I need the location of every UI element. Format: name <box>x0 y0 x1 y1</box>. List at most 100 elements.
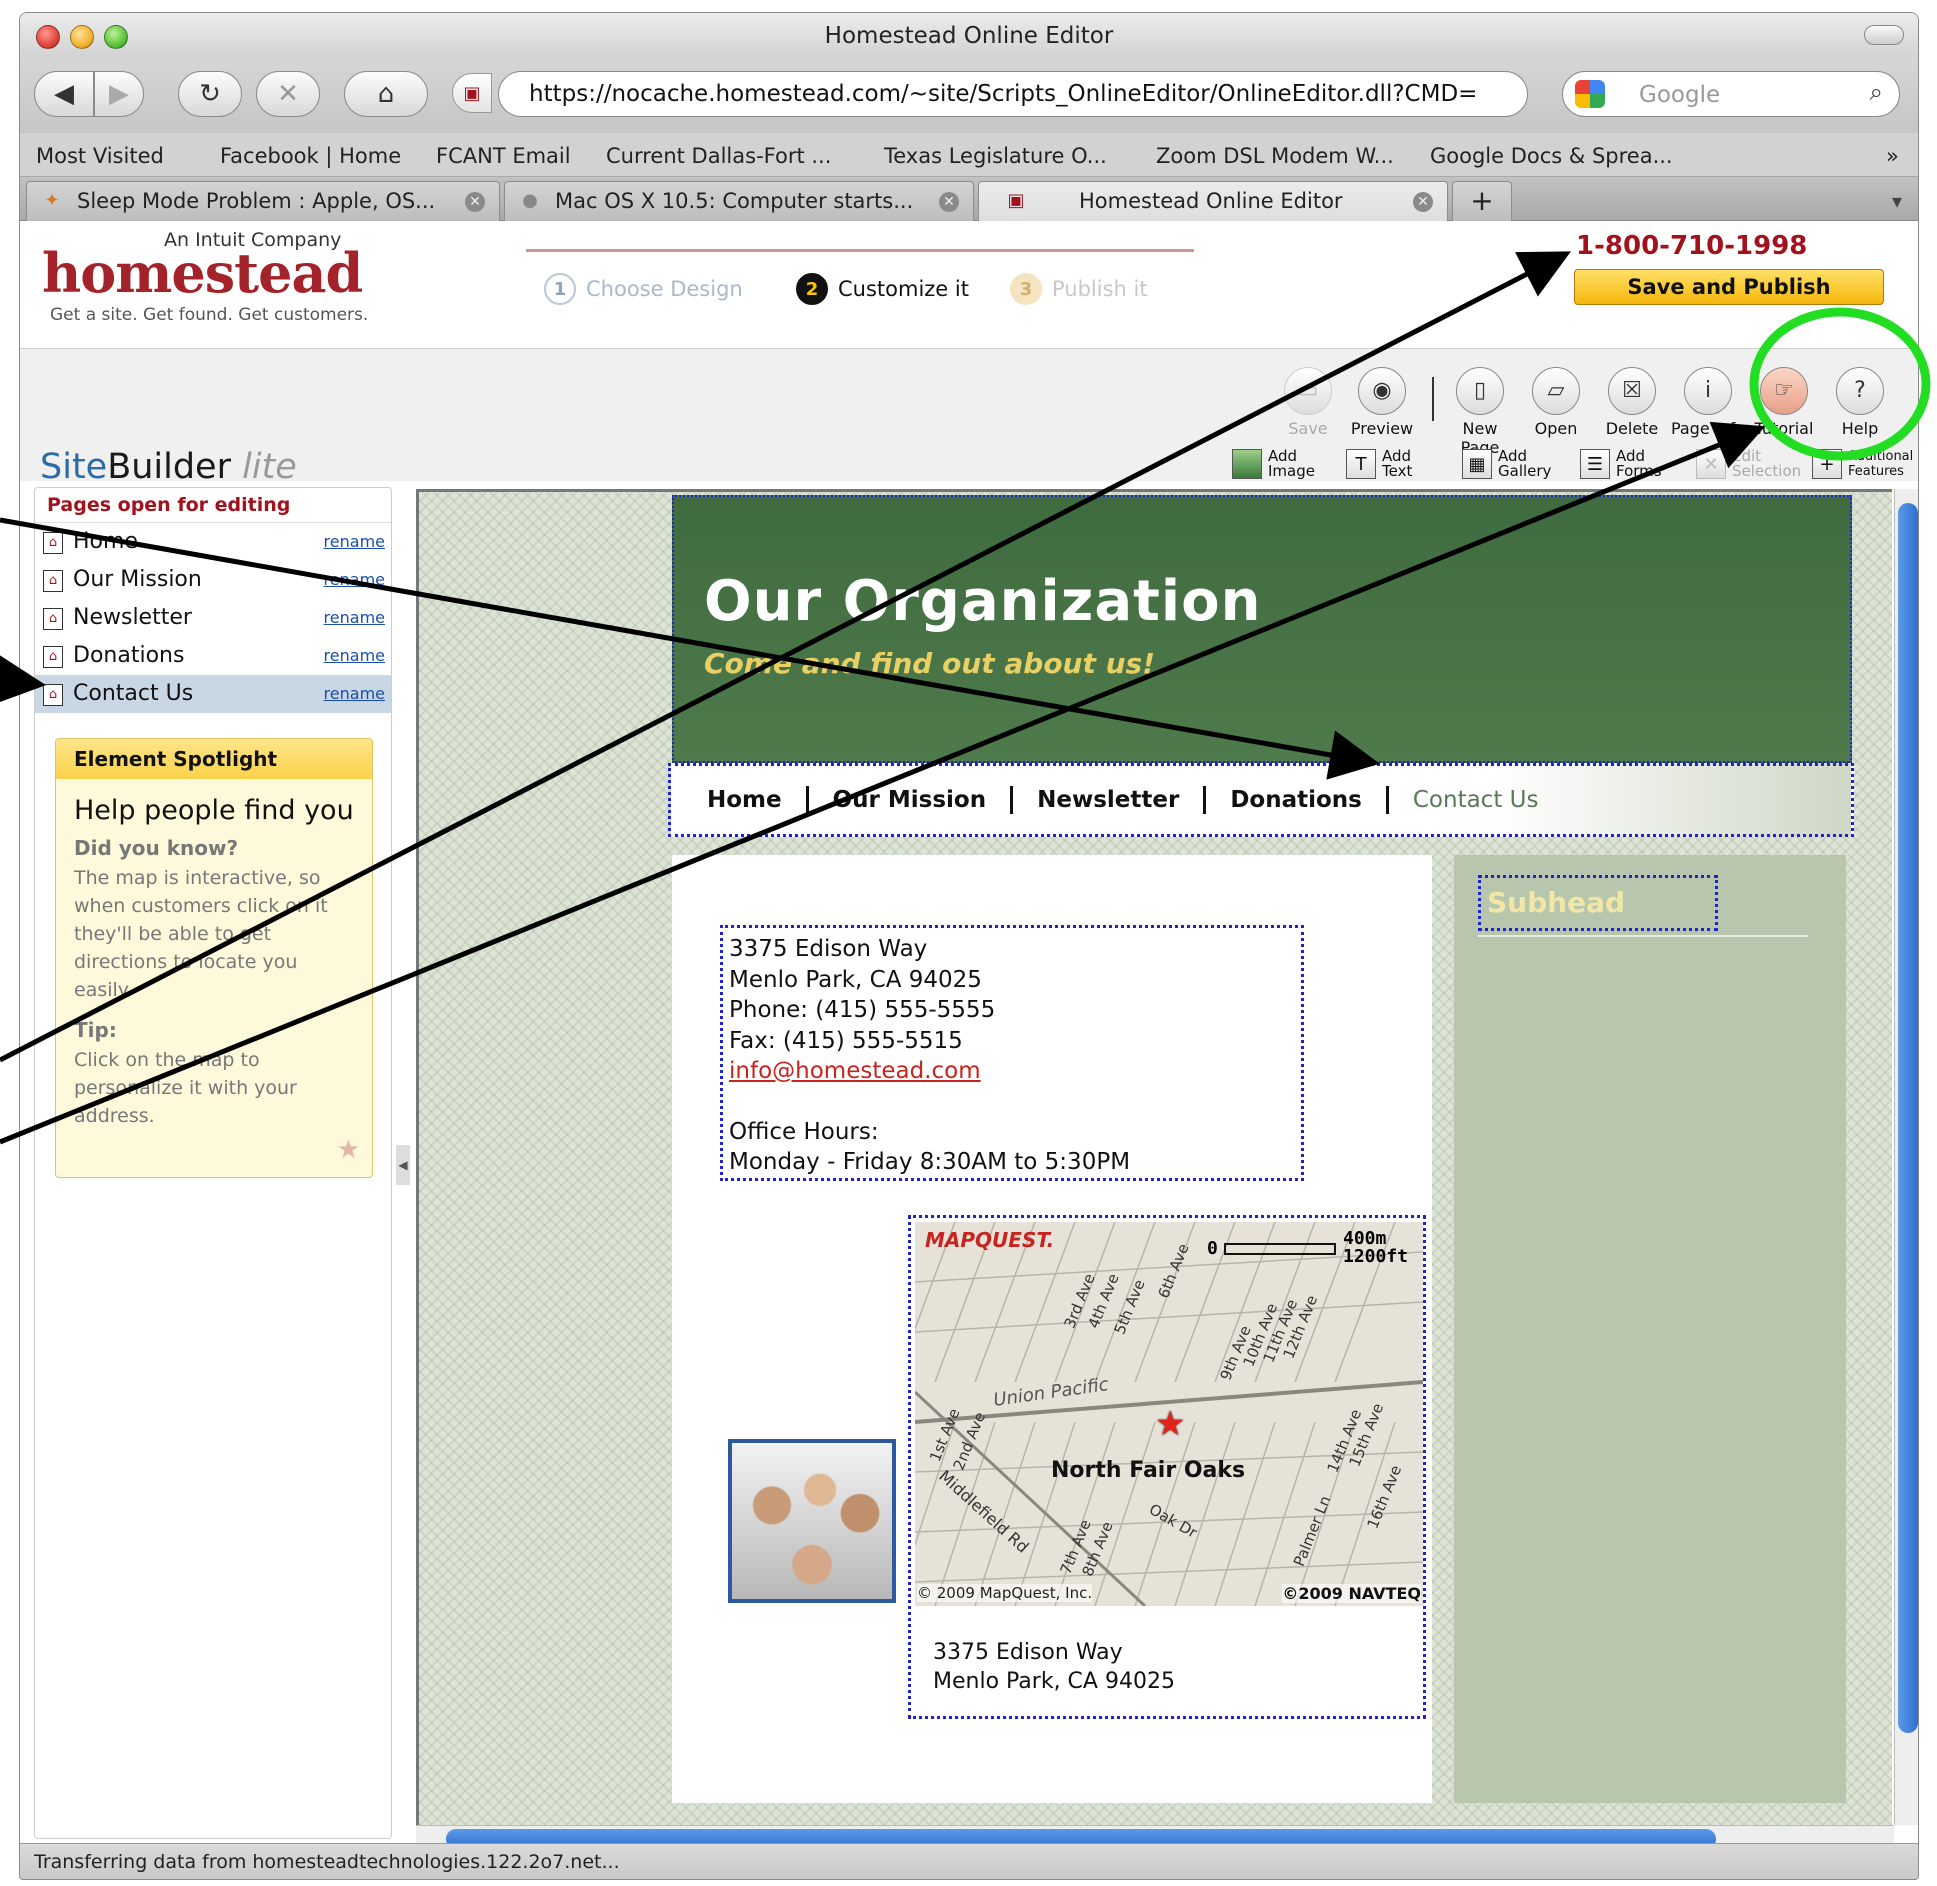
home-button[interactable]: ⌂ <box>344 71 428 117</box>
address-phone: Phone: (415) 555-5555 <box>729 997 996 1023</box>
toolbar-toggle-button[interactable] <box>1864 25 1904 45</box>
preview-label: Preview <box>1350 419 1414 438</box>
page-info-button[interactable]: i Page Info <box>1670 367 1746 438</box>
edit-selection-button[interactable]: ✕ Edit Selection <box>1696 447 1802 481</box>
tab-sleep-mode[interactable]: ✦ Sleep Mode Problem : Apple, OS... ✕ <box>26 181 500 221</box>
vertical-scroll-thumb[interactable] <box>1898 503 1918 1733</box>
new-tab-button[interactable]: + <box>1452 181 1512 221</box>
step-customize[interactable]: 2 Customize it <box>796 273 969 305</box>
map-element[interactable]: MAPQUEST. 0 400m 1200ft Union Pacific Nor… <box>908 1215 1426 1719</box>
site-nav-donations[interactable]: Donations <box>1206 786 1389 814</box>
spotlight-header: Element Spotlight <box>56 739 372 779</box>
close-tab-icon[interactable]: ✕ <box>939 192 959 212</box>
office-hours: Monday - Friday 8:30AM to 5:30PM <box>729 1149 1131 1175</box>
bookmark-item[interactable]: FCANT Email <box>436 144 571 168</box>
back-button[interactable]: ◀ <box>34 71 94 117</box>
close-tab-icon[interactable]: ✕ <box>465 192 485 212</box>
site-title[interactable]: Our Organization <box>704 569 1261 634</box>
site-banner[interactable]: Our Organization Come and find out about… <box>672 495 1852 763</box>
folder-icon: ▱ <box>1532 367 1580 415</box>
map-address-street: 3375 Edison Way <box>933 1640 1123 1665</box>
page-label: Our Mission <box>73 567 202 592</box>
open-button[interactable]: ▱ Open <box>1518 367 1594 438</box>
address-fax: Fax: (415) 555-5515 <box>729 1027 963 1054</box>
add-gallery-button[interactable]: ▦ Add Gallery <box>1462 447 1552 481</box>
delete-button[interactable]: ☒ Delete <box>1594 367 1670 438</box>
delete-label: Delete <box>1605 419 1659 438</box>
page-info-label: Page Info <box>1670 419 1746 438</box>
step-publish[interactable]: 3 Publish it <box>1010 273 1148 305</box>
site-nav-home[interactable]: Home <box>671 786 809 814</box>
tab-bar: ✦ Sleep Mode Problem : Apple, OS... ✕ ● Mac… <box>20 177 1918 221</box>
tab-list-icon[interactable]: ▾ <box>1892 189 1902 213</box>
page-item-our-mission[interactable]: ⌂ Our Mission rename <box>35 561 391 599</box>
spotlight-tip-label: Tip: <box>74 1018 117 1042</box>
page-item-contact-us[interactable]: ⌂ Contact Us rename <box>35 675 391 713</box>
forward-button[interactable]: ▶ <box>94 71 144 117</box>
step-choose-design[interactable]: 1 Choose Design <box>544 273 743 305</box>
rename-link[interactable]: rename <box>324 599 385 637</box>
tab-mac-os[interactable]: ● Mac OS X 10.5: Computer starts... ✕ <box>504 181 974 221</box>
map-location-star-icon[interactable]: ★ <box>1155 1404 1185 1444</box>
additional-features-button[interactable]: + Additional Features <box>1812 447 1913 481</box>
close-tab-icon[interactable]: ✕ <box>1413 192 1433 212</box>
steps-progress-line <box>526 249 1194 252</box>
rename-link[interactable]: rename <box>324 675 385 713</box>
site-identity-icon[interactable]: ▣ <box>452 73 492 113</box>
brand-tagline: Get a site. Get found. Get customers. <box>50 305 369 325</box>
info-icon: i <box>1684 367 1732 415</box>
save-label: Save <box>1288 419 1328 438</box>
page-item-donations[interactable]: ⌂ Donations rename <box>35 637 391 675</box>
preview-button[interactable]: ◉ Preview <box>1344 367 1420 438</box>
search-field[interactable]: Google ⌕ <box>1562 71 1900 117</box>
back-arrow-icon: ◀ <box>54 79 74 109</box>
editor-toolbar: ▭ Save ◉ Preview ▯ New Page ▱ Open ☒ Delete i… <box>20 349 1918 481</box>
new-page-button[interactable]: ▯ New Page <box>1442 367 1518 457</box>
site-navigation[interactable]: Home Our Mission Newsletter Donations Co… <box>668 763 1854 837</box>
save-icon: ▭ <box>1284 367 1332 415</box>
save-button[interactable]: ▭ Save <box>1270 367 1346 438</box>
map-scale-zero: 0 <box>1207 1238 1218 1259</box>
contact-text-box[interactable]: 3375 Edison Way Menlo Park, CA 94025 Pho… <box>720 925 1304 1181</box>
site-nav-contact-us[interactable]: Contact Us <box>1389 786 1563 814</box>
add-forms-button[interactable]: ☰ Add Forms <box>1580 447 1664 481</box>
bookmark-item[interactable]: Google Docs & Sprea... <box>1430 144 1673 168</box>
bookmark-item[interactable]: Zoom DSL Modem W... <box>1156 144 1394 168</box>
add-text-button[interactable]: T Add Text <box>1346 447 1418 481</box>
page-item-home[interactable]: ⌂ Home rename <box>35 523 391 561</box>
email-link[interactable]: info@homestead.com <box>729 1056 1295 1087</box>
stop-button[interactable]: ✕ <box>256 71 320 117</box>
new-page-icon: ▯ <box>1456 367 1504 415</box>
site-nav-our-mission[interactable]: Our Mission <box>809 786 1014 814</box>
rename-link[interactable]: rename <box>324 561 385 599</box>
search-icon[interactable]: ⌕ <box>1870 78 1883 106</box>
url-field[interactable]: https://nocache.homestead.com/~site/Scri… <box>498 71 1528 117</box>
map-address: 3375 Edison Way Menlo Park, CA 94025 <box>933 1638 1175 1696</box>
tab-homestead[interactable]: ▣ Homestead Online Editor ✕ <box>978 181 1448 221</box>
page-content: An Intuit Company homestead Get a site. … <box>20 221 1918 1851</box>
people-photo[interactable] <box>728 1439 896 1603</box>
bookmark-item[interactable]: Current Dallas-Fort ... <box>606 144 831 168</box>
subhead-text[interactable]: Subhead <box>1478 875 1718 931</box>
vertical-scrollbar[interactable] <box>1894 489 1918 1825</box>
edit-selection-label: Edit Selection <box>1732 447 1802 480</box>
page-label: Donations <box>73 643 185 668</box>
rename-link[interactable]: rename <box>324 523 385 561</box>
bookmark-item[interactable]: Most Visited <box>36 144 164 168</box>
site-nav-newsletter[interactable]: Newsletter <box>1013 786 1207 814</box>
reload-button[interactable]: ↻ <box>178 71 242 117</box>
bookmark-item[interactable]: Texas Legislature O... <box>884 144 1107 168</box>
bookmark-item[interactable]: Facebook | Home <box>220 144 401 168</box>
help-button[interactable]: ? Help <box>1822 367 1898 438</box>
collapse-sidebar-icon[interactable]: ◀ <box>396 1145 410 1185</box>
step-number: 1 <box>544 273 576 305</box>
tutorial-button[interactable]: ☞ Tutorial <box>1746 367 1822 438</box>
bookmarks-overflow-icon[interactable]: » <box>1886 144 1899 168</box>
save-and-publish-button[interactable]: Save and Publish <box>1574 269 1884 305</box>
add-image-button[interactable]: Add Image <box>1232 447 1315 481</box>
step-label: Publish it <box>1052 277 1148 301</box>
page-item-newsletter[interactable]: ⌂ Newsletter rename <box>35 599 391 637</box>
rename-link[interactable]: rename <box>324 637 385 675</box>
mapquest-map[interactable]: MAPQUEST. 0 400m 1200ft Union Pacific Nor… <box>915 1222 1423 1606</box>
site-subtitle[interactable]: Come and find out about us! <box>704 647 1155 680</box>
